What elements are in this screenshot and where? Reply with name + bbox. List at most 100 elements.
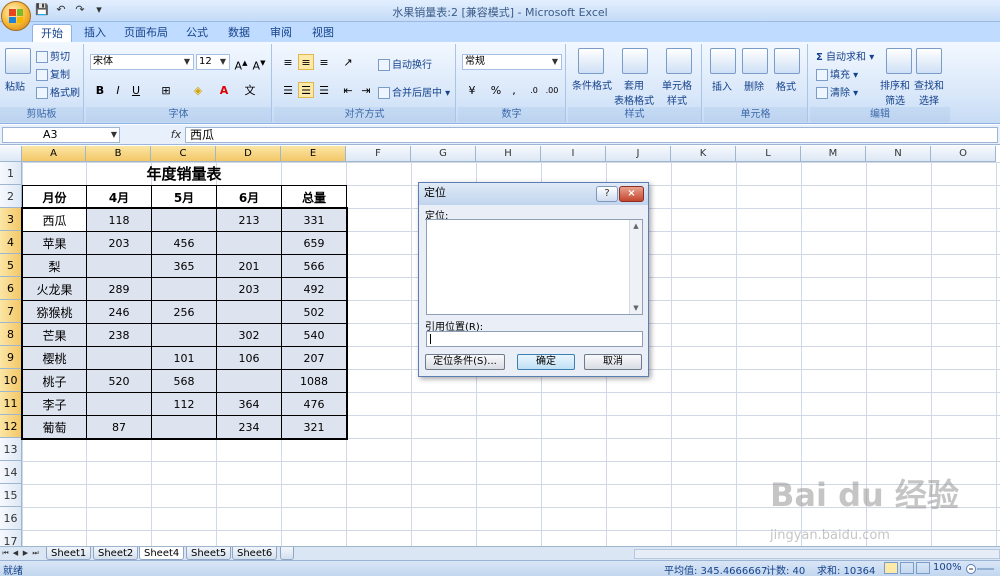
sheet-tab[interactable]: Sheet2 (93, 547, 139, 560)
goto-special-button[interactable]: 定位条件(S)... (425, 354, 505, 370)
find-select-button[interactable]: 查找和 选择 (914, 77, 944, 107)
column-header[interactable]: L (736, 146, 801, 162)
sheet-tab[interactable]: Sheet6 (232, 547, 278, 560)
select-all-corner[interactable] (0, 146, 22, 162)
column-header[interactable]: G (411, 146, 476, 162)
normal-view-icon[interactable] (884, 562, 898, 574)
fill-color-icon[interactable]: ◈ (190, 82, 206, 98)
page-layout-view-icon[interactable] (900, 562, 914, 574)
orientation-icon[interactable]: ↗ (340, 54, 356, 70)
sheet-tab[interactable]: Sheet5 (186, 547, 232, 560)
help-icon[interactable]: ? (596, 186, 618, 202)
goto-list[interactable]: ▲ ▼ (426, 219, 643, 315)
column-header[interactable]: D (216, 146, 281, 162)
insert-cells-icon[interactable] (710, 48, 736, 74)
first-sheet-icon[interactable]: ⏮ (1, 548, 10, 559)
merge-center-button[interactable]: 合并后居中 ▾ (378, 84, 450, 99)
column-header[interactable]: H (476, 146, 541, 162)
copy-button[interactable]: 复制 (36, 66, 70, 81)
tab-insert[interactable]: 插入 (76, 24, 114, 42)
horizontal-scrollbar[interactable] (634, 549, 1000, 559)
font-size-select[interactable]: 12 ▼ (196, 54, 230, 70)
column-header[interactable]: M (801, 146, 866, 162)
fill-button[interactable]: 填充 ▾ (816, 66, 858, 81)
list-scrollbar[interactable]: ▲ ▼ (629, 220, 642, 314)
page-break-view-icon[interactable] (916, 562, 930, 574)
delete-cells-icon[interactable] (742, 48, 768, 74)
tab-review[interactable]: 审阅 (262, 24, 300, 42)
row-header[interactable]: 14 (0, 461, 22, 484)
close-icon[interactable]: × (619, 186, 644, 202)
phonetic-icon[interactable]: 文 (242, 82, 258, 98)
row-header[interactable]: 10 (0, 369, 22, 392)
tab-view[interactable]: 视图 (304, 24, 342, 42)
column-header[interactable]: O (931, 146, 996, 162)
zoom-level[interactable]: 100% (933, 562, 962, 573)
row-header[interactable]: 7 (0, 300, 22, 323)
format-painter-button[interactable]: 格式刷 (36, 84, 80, 99)
conditional-format-icon[interactable] (578, 48, 604, 74)
prev-sheet-icon[interactable]: ◀ (11, 548, 20, 559)
number-format-select[interactable]: 常规 ▼ (462, 54, 562, 70)
tab-data[interactable]: 数据 (220, 24, 258, 42)
chevron-down-icon[interactable]: ▼ (111, 128, 117, 142)
column-header[interactable]: C (151, 146, 216, 162)
scroll-up-icon[interactable]: ▲ (630, 220, 642, 232)
font-name-select[interactable]: 宋体 ▼ (90, 54, 194, 70)
comma-icon[interactable]: , (506, 82, 522, 98)
table-format-icon[interactable] (622, 48, 648, 74)
decrease-indent-icon[interactable]: ⇤ (340, 82, 356, 98)
table-header-cell[interactable]: 月份 (22, 185, 87, 209)
row-header[interactable]: 4 (0, 231, 22, 254)
column-header[interactable]: I (541, 146, 606, 162)
italic-button[interactable]: I (110, 82, 126, 98)
cell-style-icon[interactable] (666, 48, 692, 74)
delete-cells-button[interactable]: 删除 (744, 78, 764, 93)
font-color-icon[interactable]: A (216, 82, 232, 98)
align-right-icon[interactable]: ☰ (316, 82, 332, 98)
row-header[interactable]: 2 (0, 185, 22, 208)
paste-button[interactable]: 粘贴 (5, 78, 25, 93)
row-header[interactable]: 6 (0, 277, 22, 300)
percent-icon[interactable]: % (488, 82, 504, 98)
column-header[interactable]: E (281, 146, 346, 162)
align-left-icon[interactable]: ☰ (280, 82, 296, 98)
column-header[interactable]: N (866, 146, 931, 162)
column-header[interactable]: B (86, 146, 151, 162)
sort-filter-button[interactable]: 排序和 筛选 (880, 77, 910, 107)
table-header-cell[interactable]: 4月 (86, 185, 152, 209)
tab-formulas[interactable]: 公式 (178, 24, 216, 42)
table-format-button[interactable]: 套用 表格格式 (614, 77, 654, 107)
tab-home[interactable]: 开始 (32, 24, 72, 42)
row-header[interactable]: 13 (0, 438, 22, 461)
cell-style-button[interactable]: 单元格 样式 (662, 77, 692, 107)
table-header-cell[interactable]: 5月 (151, 185, 217, 209)
last-sheet-icon[interactable]: ⏭ (31, 548, 40, 559)
bold-button[interactable]: B (92, 82, 108, 98)
grow-font-button[interactable]: A▲ (233, 54, 249, 73)
table-header-cell[interactable]: 总量 (281, 185, 347, 209)
paste-icon[interactable] (5, 48, 31, 74)
format-cells-icon[interactable] (774, 48, 800, 74)
row-header[interactable]: 1 (0, 162, 22, 185)
align-center-icon[interactable]: ☰ (298, 82, 314, 98)
align-middle-icon[interactable]: ≡ (298, 54, 314, 70)
clear-button[interactable]: 清除 ▾ (816, 84, 858, 99)
conditional-format-button[interactable]: 条件格式 (572, 77, 612, 92)
sheet-tab[interactable]: Sheet4 (139, 547, 185, 560)
cancel-button[interactable]: 取消 (584, 354, 642, 370)
row-header[interactable]: 8 (0, 323, 22, 346)
column-header[interactable]: F (346, 146, 411, 162)
row-header[interactable]: 3 (0, 208, 22, 231)
reference-input[interactable] (426, 331, 643, 347)
wrap-text-button[interactable]: 自动换行 (378, 56, 432, 71)
ok-button[interactable]: 确定 (517, 354, 575, 370)
table-title[interactable]: 年度销量表 (22, 162, 346, 185)
currency-icon[interactable]: ¥ (464, 82, 480, 98)
row-header[interactable]: 12 (0, 415, 22, 438)
row-header[interactable]: 5 (0, 254, 22, 277)
sheet-tab[interactable]: Sheet1 (46, 547, 92, 560)
align-top-icon[interactable]: ≡ (280, 54, 296, 70)
scroll-down-icon[interactable]: ▼ (630, 302, 642, 314)
insert-function-icon[interactable]: fx (168, 127, 184, 143)
